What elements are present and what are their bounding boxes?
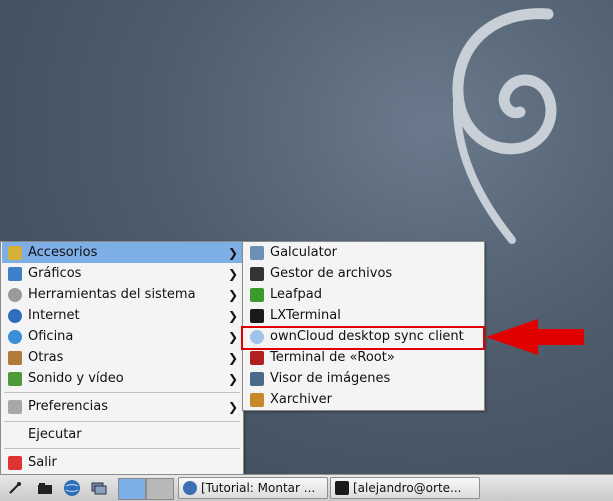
menu-item-label: Preferencias: [28, 399, 109, 414]
menu-item-accesorios[interactable]: Accesorios ❯: [2, 242, 242, 263]
browser-icon: [183, 481, 197, 495]
calculator-icon: [250, 245, 264, 260]
menu-item-label: Sonido y vídeo: [28, 371, 124, 386]
menu-item-label: Gestor de archivos: [270, 266, 393, 281]
menu-item-label: Galculator: [270, 245, 338, 260]
internet-globe-icon: [8, 308, 22, 323]
menu-item-herramientas[interactable]: Herramientas del sistema ❯: [2, 284, 242, 305]
submenu-item-galculator[interactable]: Galculator: [244, 242, 483, 263]
menu-item-otras[interactable]: Otras ❯: [2, 347, 242, 368]
annotation-red-arrow: [486, 319, 584, 355]
menu-item-label: Otras: [28, 350, 64, 365]
file-manager-icon[interactable]: [36, 479, 54, 497]
office-icon: [8, 329, 22, 344]
desktop-pager-2[interactable]: [146, 478, 174, 500]
menu-separator: [4, 392, 240, 393]
browser-globe-icon[interactable]: [63, 479, 81, 497]
terminal-icon: [250, 308, 264, 323]
desktop-pager-1[interactable]: [118, 478, 146, 500]
submenu-item-terminal-root[interactable]: Terminal de «Root»: [244, 347, 483, 368]
submenu-item-xarchiver[interactable]: Xarchiver: [244, 389, 483, 410]
graphics-icon: [8, 266, 22, 281]
system-tools-icon: [8, 287, 22, 302]
menu-item-label: Accesorios: [28, 245, 98, 260]
menu-item-label: LXTerminal: [270, 308, 341, 323]
chevron-right-icon: ❯: [227, 287, 239, 302]
chevron-right-icon: ❯: [227, 329, 239, 344]
debian-swirl-logo: [452, 8, 557, 244]
menu-item-label: Leafpad: [270, 287, 323, 302]
taskbar: [Tutorial: Montar ... [alejandro@orte...: [0, 474, 613, 501]
chevron-right-icon: ❯: [227, 371, 239, 386]
file-manager-icon: [250, 266, 264, 281]
application-menu: Accesorios ❯ Gráficos ❯ Herramientas del…: [0, 241, 244, 476]
menu-item-label: Salir: [28, 455, 57, 470]
accessories-icon: [8, 245, 22, 260]
sound-video-icon: [8, 371, 22, 386]
chevron-right-icon: ❯: [227, 266, 239, 281]
debian-menu-icon[interactable]: [6, 479, 24, 497]
menu-item-graficos[interactable]: Gráficos ❯: [2, 263, 242, 284]
menu-item-internet[interactable]: Internet ❯: [2, 305, 242, 326]
menu-item-oficina[interactable]: Oficina ❯: [2, 326, 242, 347]
show-desktop-icon[interactable]: [90, 479, 108, 497]
annotation-highlight-box: [241, 326, 485, 350]
menu-item-label: Gráficos: [28, 266, 82, 281]
leafpad-icon: [250, 287, 264, 302]
submenu-item-gestor-archivos[interactable]: Gestor de archivos: [244, 263, 483, 284]
xarchiver-icon: [250, 392, 264, 407]
chevron-right-icon: ❯: [227, 308, 239, 323]
blank-icon: [8, 428, 22, 442]
menu-item-label: Visor de imágenes: [270, 371, 391, 386]
chevron-right-icon: ❯: [227, 399, 239, 414]
menu-item-preferencias[interactable]: Preferencias ❯: [2, 396, 242, 417]
menu-item-sonido-video[interactable]: Sonido y vídeo ❯: [2, 368, 242, 389]
menu-item-label: Ejecutar: [28, 427, 82, 442]
terminal-icon: [335, 481, 349, 495]
submenu-item-visor-imagenes[interactable]: Visor de imágenes: [244, 368, 483, 389]
task-button-terminal[interactable]: [alejandro@orte...: [330, 477, 480, 499]
submenu-item-lxterminal[interactable]: LXTerminal: [244, 305, 483, 326]
image-viewer-icon: [250, 371, 264, 386]
menu-item-label: Terminal de «Root»: [270, 350, 395, 365]
submenu-item-leafpad[interactable]: Leafpad: [244, 284, 483, 305]
logout-icon: [8, 455, 22, 470]
root-terminal-icon: [250, 350, 264, 365]
chevron-right-icon: ❯: [227, 350, 239, 365]
task-label: [Tutorial: Montar ...: [201, 481, 316, 495]
menu-item-label: Oficina: [28, 329, 74, 344]
menu-item-salir[interactable]: Salir: [2, 452, 242, 473]
menu-item-label: Xarchiver: [270, 392, 332, 407]
task-button-browser[interactable]: [Tutorial: Montar ...: [178, 477, 328, 499]
other-icon: [8, 350, 22, 365]
menu-item-label: Internet: [28, 308, 80, 323]
chevron-right-icon: ❯: [227, 245, 239, 260]
menu-separator: [4, 421, 240, 422]
task-label: [alejandro@orte...: [353, 481, 462, 495]
menu-separator: [4, 448, 240, 449]
menu-item-label: Herramientas del sistema: [28, 287, 196, 302]
preferences-icon: [8, 399, 22, 414]
menu-item-ejecutar[interactable]: Ejecutar: [2, 424, 242, 445]
